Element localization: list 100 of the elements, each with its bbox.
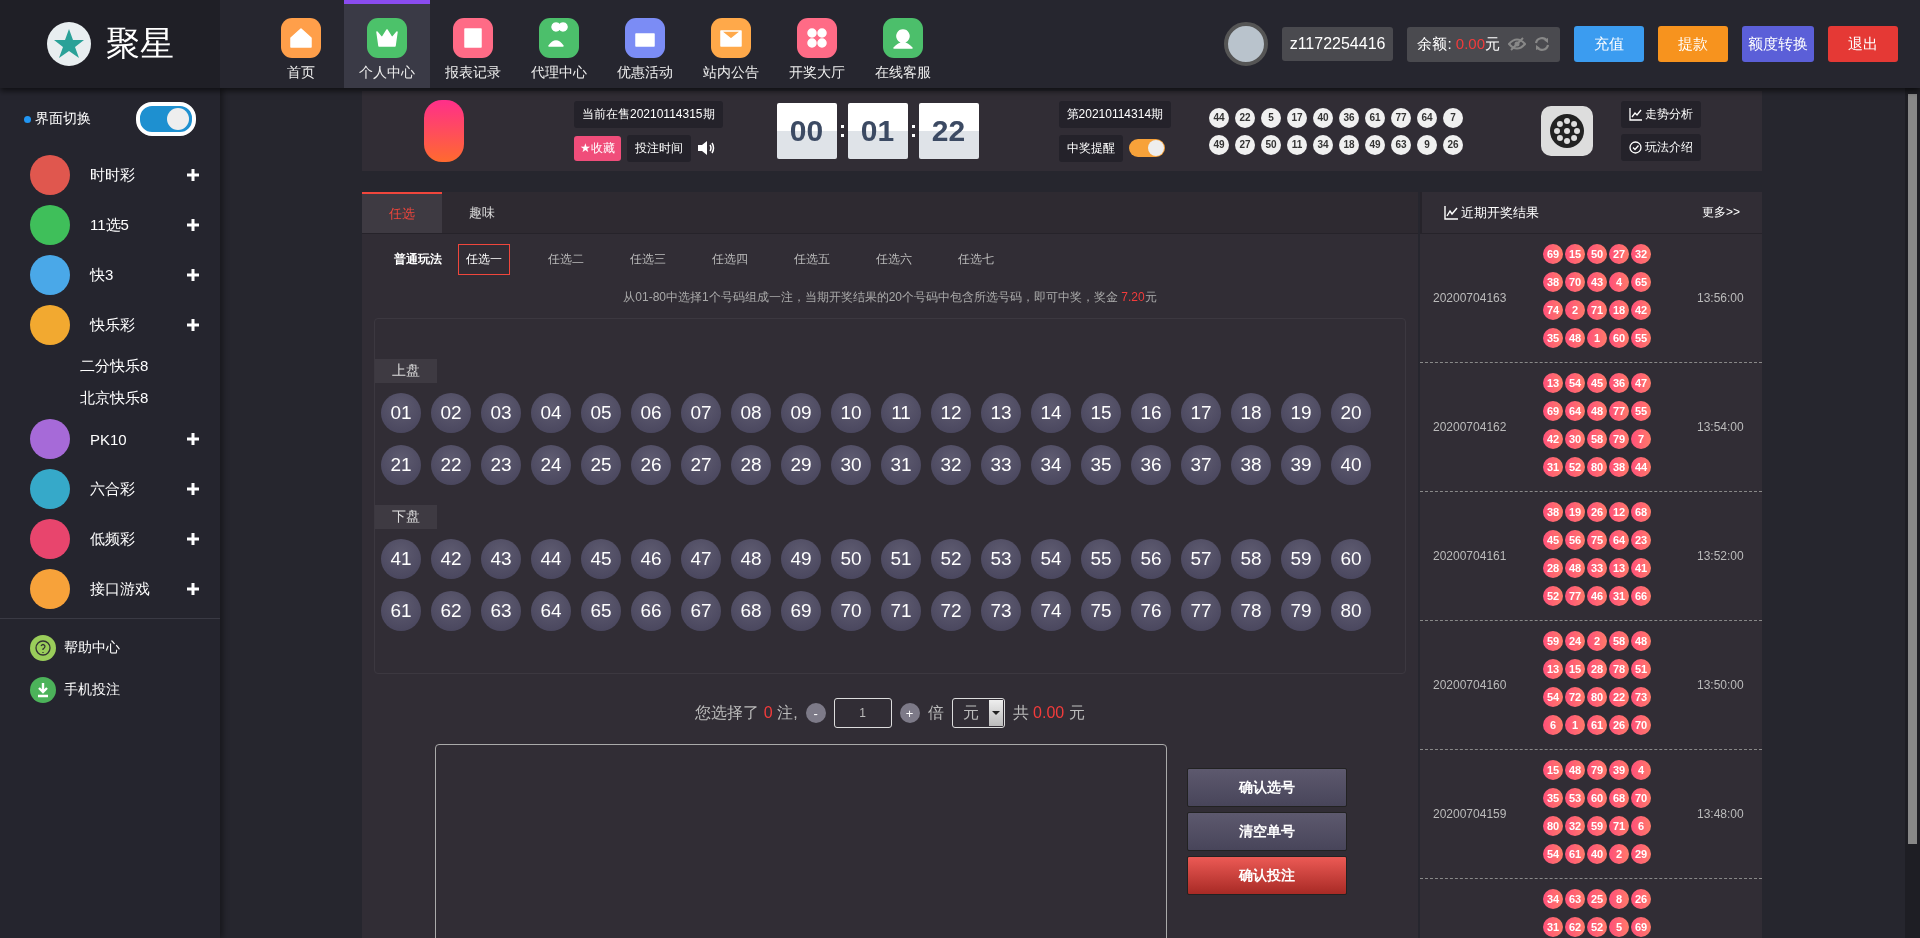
number-ball[interactable]: 61 [381, 591, 421, 631]
nav-item[interactable]: 首页 [258, 0, 344, 88]
number-ball[interactable]: 20 [1331, 393, 1371, 433]
bet-action-button[interactable]: 确认选号 [1187, 768, 1347, 807]
number-ball[interactable]: 11 [881, 393, 921, 433]
number-ball[interactable]: 67 [681, 591, 721, 631]
number-ball[interactable]: 54 [1031, 539, 1071, 579]
number-ball[interactable]: 28 [731, 445, 771, 485]
number-ball[interactable]: 14 [1031, 393, 1071, 433]
number-ball[interactable]: 36 [1131, 445, 1171, 485]
play-option[interactable]: 任选五 [786, 244, 838, 275]
lottery-menu-item[interactable]: 低频彩 [0, 514, 220, 564]
number-ball[interactable]: 17 [1181, 393, 1221, 433]
number-ball[interactable]: 16 [1131, 393, 1171, 433]
number-ball[interactable]: 13 [981, 393, 1021, 433]
number-ball[interactable]: 10 [831, 393, 871, 433]
number-ball[interactable]: 70 [831, 591, 871, 631]
decrease-button[interactable]: - [805, 703, 826, 723]
action-button[interactable]: 额度转换 [1742, 26, 1814, 62]
tab[interactable]: 趣味 [442, 192, 522, 233]
currency-select[interactable]: 元 [951, 698, 1005, 728]
number-ball[interactable]: 53 [981, 539, 1021, 579]
number-ball[interactable]: 79 [1281, 591, 1321, 631]
number-ball[interactable]: 15 [1081, 393, 1121, 433]
number-ball[interactable]: 75 [1081, 591, 1121, 631]
lottery-menu-item[interactable]: PK10 [0, 414, 220, 464]
number-ball[interactable]: 08 [731, 393, 771, 433]
number-ball[interactable]: 19 [1281, 393, 1321, 433]
play-option[interactable]: 任选二 [540, 244, 592, 275]
number-ball[interactable]: 52 [931, 539, 971, 579]
avatar[interactable] [1223, 22, 1268, 66]
number-ball[interactable]: 47 [681, 539, 721, 579]
number-ball[interactable]: 26 [631, 445, 671, 485]
play-option[interactable]: 任选六 [868, 244, 920, 275]
lottery-menu-item[interactable]: 11选5 [0, 200, 220, 250]
number-ball[interactable]: 23 [481, 445, 521, 485]
refresh-icon[interactable] [1534, 36, 1550, 52]
number-ball[interactable]: 05 [581, 393, 621, 433]
number-ball[interactable]: 50 [831, 539, 871, 579]
number-ball[interactable]: 65 [581, 591, 621, 631]
number-ball[interactable]: 29 [781, 445, 821, 485]
number-ball[interactable]: 32 [931, 445, 971, 485]
number-ball[interactable]: 12 [931, 393, 971, 433]
number-ball[interactable]: 66 [631, 591, 671, 631]
theme-toggle[interactable] [136, 102, 196, 136]
number-ball[interactable]: 49 [781, 539, 821, 579]
number-ball[interactable]: 48 [731, 539, 771, 579]
number-ball[interactable]: 69 [781, 591, 821, 631]
number-ball[interactable]: 38 [1231, 445, 1271, 485]
nav-item[interactable]: 代理中心 [516, 0, 602, 88]
number-ball[interactable]: 21 [381, 445, 421, 485]
nav-item[interactable]: 站内公告 [688, 0, 774, 88]
multiplier-field[interactable]: 1 [833, 698, 892, 728]
submenu-item[interactable]: 二分快乐8 [0, 350, 220, 382]
number-ball[interactable]: 64 [531, 591, 571, 631]
play-option[interactable]: 任选七 [950, 244, 1002, 275]
increase-button[interactable]: + [899, 703, 920, 723]
number-ball[interactable]: 18 [1231, 393, 1271, 433]
number-ball[interactable]: 04 [531, 393, 571, 433]
number-ball[interactable]: 35 [1081, 445, 1121, 485]
nav-item[interactable]: 开奖大厅 [774, 0, 860, 88]
nav-item[interactable]: 报表记录 [430, 0, 516, 88]
play-option[interactable]: 任选四 [704, 244, 756, 275]
number-ball[interactable]: 68 [731, 591, 771, 631]
bet-time-button[interactable]: 投注时间 [626, 134, 691, 162]
number-ball[interactable]: 24 [531, 445, 571, 485]
more-link[interactable]: 更多>> [1702, 204, 1740, 221]
header-link[interactable]: 玩法介绍 [1621, 134, 1702, 161]
number-ball[interactable]: 42 [431, 539, 471, 579]
number-ball[interactable]: 40 [1331, 445, 1371, 485]
number-ball[interactable]: 63 [481, 591, 521, 631]
number-ball[interactable]: 07 [681, 393, 721, 433]
eye-icon[interactable] [1508, 37, 1526, 51]
number-ball[interactable]: 31 [881, 445, 921, 485]
number-ball[interactable]: 06 [631, 393, 671, 433]
number-ball[interactable]: 44 [531, 539, 571, 579]
bet-action-button[interactable]: 确认投注 [1187, 856, 1347, 895]
play-option[interactable]: 任选三 [622, 244, 674, 275]
nav-item[interactable]: 个人中心 [344, 0, 430, 88]
number-ball[interactable]: 72 [931, 591, 971, 631]
play-option[interactable]: 任选一 [458, 244, 510, 275]
lottery-menu-item[interactable]: 快3 [0, 250, 220, 300]
number-ball[interactable]: 45 [581, 539, 621, 579]
number-ball[interactable]: 39 [1281, 445, 1321, 485]
number-ball[interactable]: 34 [1031, 445, 1071, 485]
number-ball[interactable]: 43 [481, 539, 521, 579]
number-ball[interactable]: 74 [1031, 591, 1071, 631]
win-alert-toggle[interactable] [1128, 139, 1165, 157]
number-ball[interactable]: 33 [981, 445, 1021, 485]
number-ball[interactable]: 77 [1181, 591, 1221, 631]
number-ball[interactable]: 60 [1331, 539, 1371, 579]
number-ball[interactable]: 55 [1081, 539, 1121, 579]
scrollbar[interactable] [1905, 88, 1920, 938]
number-ball[interactable]: 27 [681, 445, 721, 485]
lottery-menu-item[interactable]: 快乐彩 [0, 300, 220, 350]
number-ball[interactable]: 71 [881, 591, 921, 631]
bet-action-button[interactable]: 清空单号 [1187, 812, 1347, 851]
number-ball[interactable]: 41 [381, 539, 421, 579]
number-ball[interactable]: 59 [1281, 539, 1321, 579]
lottery-menu-item[interactable]: 时时彩 [0, 150, 220, 200]
